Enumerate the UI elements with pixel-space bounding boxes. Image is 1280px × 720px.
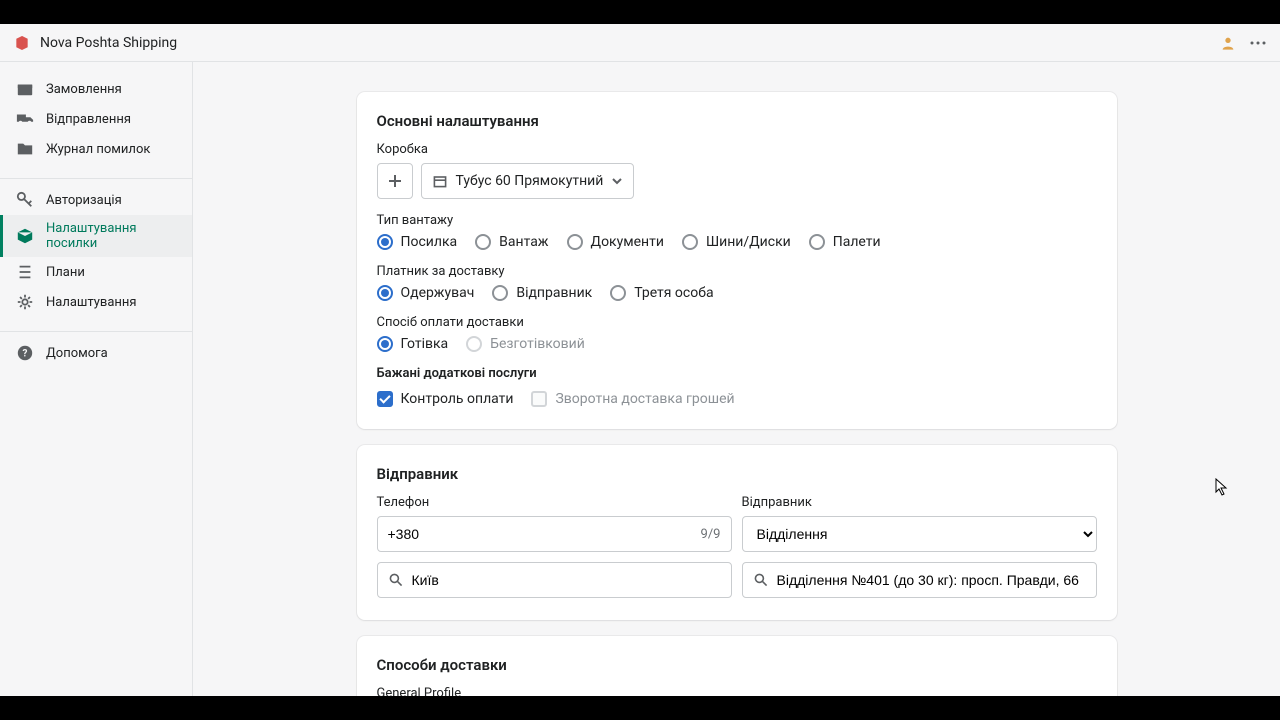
os-top-bar: [0, 0, 1280, 24]
box-value: Тубус 60 Прямокутний: [456, 173, 604, 189]
radio-recipient[interactable]: Одержувач: [377, 285, 475, 301]
checkbox-payment-control[interactable]: Контроль оплати: [377, 391, 514, 407]
extras-label: Бажані додаткові послуги: [377, 366, 1097, 381]
basic-settings-card: Основні налаштування Коробка Тубус 60 Пр…: [357, 92, 1117, 429]
sidebar-divider: [0, 331, 192, 332]
svg-text:?: ?: [23, 349, 28, 360]
phone-input[interactable]: [388, 526, 701, 542]
cargo-type-label: Тип вантажу: [377, 213, 1097, 228]
city-input[interactable]: [412, 572, 721, 588]
key-icon: [16, 191, 34, 209]
app-title: Nova Poshta Shipping: [40, 35, 177, 51]
radio-label: Шини/Диски: [706, 234, 791, 250]
card-title: Основні налаштування: [377, 112, 1097, 130]
checkbox-cash-on-delivery: Зворотна доставка грошей: [531, 391, 734, 407]
payer-label: Платник за доставку: [377, 264, 1097, 279]
radio-third-party[interactable]: Третя особа: [610, 285, 713, 301]
radio-label: Посилка: [401, 234, 458, 250]
sidebar: Замовлення Відправлення Журнал помилок А…: [0, 62, 193, 696]
search-icon: [753, 572, 769, 588]
user-icon[interactable]: [1220, 35, 1236, 51]
sidebar-item-orders[interactable]: Замовлення: [0, 74, 192, 104]
radio-label: Третя особа: [634, 285, 713, 301]
sidebar-item-plans[interactable]: Плани: [0, 257, 192, 287]
box-label: Коробка: [377, 142, 1097, 157]
radio-parcel[interactable]: Посилка: [377, 234, 458, 250]
sidebar-divider: [0, 178, 192, 179]
sidebar-item-label: Замовлення: [46, 82, 122, 97]
sidebar-item-label: Авторизація: [46, 193, 122, 208]
box-icon: [16, 227, 34, 245]
phone-counter: 9/9: [701, 527, 721, 542]
payment-method-radios: Готівка Безготівковий: [377, 336, 1097, 352]
app-header: Nova Poshta Shipping: [0, 24, 1280, 62]
radio-label: Вантаж: [499, 234, 548, 250]
chevron-down-icon: [611, 175, 623, 187]
radio-label: Палети: [833, 234, 881, 250]
sidebar-item-help[interactable]: ? Допомога: [0, 338, 192, 368]
card-title: Способи доставки: [377, 656, 1097, 674]
more-icon[interactable]: [1250, 41, 1266, 45]
extras-checkboxes: Контроль оплати Зворотна доставка грошей: [377, 391, 1097, 407]
cargo-type-radios: Посилка Вантаж Документи Шини/Диски Пале…: [377, 234, 1097, 250]
list-icon: [16, 263, 34, 281]
package-icon: [432, 173, 448, 189]
city-search[interactable]: [377, 562, 732, 598]
sidebar-item-label: Налаштування: [46, 295, 137, 310]
folder-icon: [16, 140, 34, 158]
payment-method-label: Спосіб оплати доставки: [377, 315, 1097, 330]
sender-type-label: Відправник: [742, 495, 1097, 510]
checkbox-label: Зворотна доставка грошей: [555, 391, 734, 407]
sidebar-item-auth[interactable]: Авторизація: [0, 185, 192, 215]
sidebar-item-parcel-settings[interactable]: Налаштування посилки: [0, 215, 192, 257]
card-title: Відправник: [377, 465, 1097, 483]
phone-label: Телефон: [377, 495, 732, 510]
checkbox-label: Контроль оплати: [401, 391, 514, 407]
sidebar-item-label: Допомога: [46, 346, 108, 361]
profile-name: General Profile: [377, 686, 1097, 696]
truck-icon: [16, 110, 34, 128]
plus-icon: [388, 174, 402, 188]
radio-sender[interactable]: Відправник: [492, 285, 592, 301]
sidebar-item-shipments[interactable]: Відправлення: [0, 104, 192, 134]
sender-type-select[interactable]: Відділення: [742, 516, 1097, 552]
sidebar-item-settings[interactable]: Налаштування: [0, 287, 192, 317]
radio-tires[interactable]: Шини/Диски: [682, 234, 791, 250]
radio-cash[interactable]: Готівка: [377, 336, 449, 352]
branch-input[interactable]: [777, 572, 1086, 588]
radio-label: Документи: [591, 234, 664, 250]
sidebar-item-label: Відправлення: [46, 112, 131, 127]
app-logo-icon: [14, 35, 30, 51]
sidebar-item-label: Журнал помилок: [46, 142, 150, 157]
radio-cargo[interactable]: Вантаж: [475, 234, 548, 250]
radio-cashless: Безготівковий: [466, 336, 585, 352]
phone-input-wrap[interactable]: 9/9: [377, 516, 732, 552]
os-bottom-bar: [0, 696, 1280, 720]
sidebar-item-error-log[interactable]: Журнал помилок: [0, 134, 192, 164]
main-content: Основні налаштування Коробка Тубус 60 Пр…: [193, 62, 1280, 696]
help-icon: ?: [16, 344, 34, 362]
delivery-methods-card: Способи доставки General Profile Доставк…: [357, 636, 1117, 696]
payer-radios: Одержувач Відправник Третя особа: [377, 285, 1097, 301]
radio-label: Одержувач: [401, 285, 475, 301]
radio-label: Безготівковий: [490, 336, 585, 352]
gear-icon: [16, 293, 34, 311]
add-box-button[interactable]: [377, 163, 413, 199]
sidebar-item-label: Плани: [46, 265, 85, 280]
box-select[interactable]: Тубус 60 Прямокутний: [421, 163, 635, 199]
branch-search[interactable]: [742, 562, 1097, 598]
orders-icon: [16, 80, 34, 98]
radio-label: Відправник: [516, 285, 592, 301]
radio-documents[interactable]: Документи: [567, 234, 664, 250]
search-icon: [388, 572, 404, 588]
radio-label: Готівка: [401, 336, 449, 352]
sender-card: Відправник Телефон 9/9 Відправник Відділ…: [357, 445, 1117, 620]
radio-pallets[interactable]: Палети: [809, 234, 881, 250]
sidebar-item-label: Налаштування посилки: [46, 221, 176, 251]
